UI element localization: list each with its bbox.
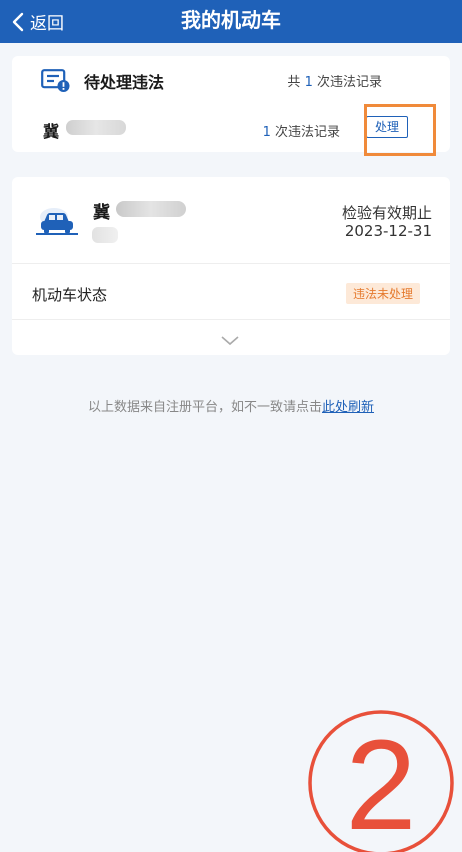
inspection-expiry-date: 2023-12-31 [344, 222, 432, 240]
highlight-box [364, 104, 436, 156]
car-icon [36, 207, 78, 241]
plate-record-count: 1 [262, 125, 271, 140]
status-badge: 违法未处理 [345, 283, 420, 304]
total-records-summary: 共 1 次违法记录 [287, 71, 382, 90]
inspection-expiry-label: 检验有效期止 [341, 204, 432, 222]
total-suffix: 次违法记录 [316, 75, 382, 90]
top-nav-bar: 返回 我的机动车 [0, 0, 462, 43]
page-title: 我的机动车 [181, 8, 281, 32]
plate-records-summary: 1 次违法记录 [263, 121, 340, 140]
data-source-text: 以上数据来自注册平台，如不一致请点击 [87, 400, 322, 415]
pending-violations-title: 待处理违法 [84, 73, 165, 92]
vehicle-plate-number: 冀 [93, 203, 110, 223]
refresh-link[interactable]: 此处刷新 [322, 400, 374, 415]
total-count: 1 [304, 75, 313, 90]
plate-record-suffix: 次违法记录 [274, 125, 340, 140]
chevron-down-icon[interactable] [221, 331, 239, 350]
vehicle-status-label: 机动车状态 [32, 286, 108, 304]
step-number-annotation: 2 [308, 710, 454, 852]
divider [12, 263, 450, 264]
vehicle-card: 冀 检验有效期止 2023-12-31 机动车状态 违法未处理 [12, 177, 450, 355]
divider [12, 319, 450, 320]
pending-violations-header: 待处理违法 共 1 次违法记录 [12, 56, 450, 102]
data-source-note: 以上数据来自注册平台，如不一致请点击此处刷新 [0, 396, 462, 415]
step-number: 2 [345, 714, 416, 852]
blurred-vehicle-info [92, 227, 118, 243]
document-alert-icon [41, 69, 71, 97]
blurred-plate-digits [66, 120, 126, 135]
violation-plate-number: 冀 [43, 122, 60, 141]
total-prefix: 共 [287, 75, 301, 90]
blurred-plate-digits [116, 201, 186, 217]
